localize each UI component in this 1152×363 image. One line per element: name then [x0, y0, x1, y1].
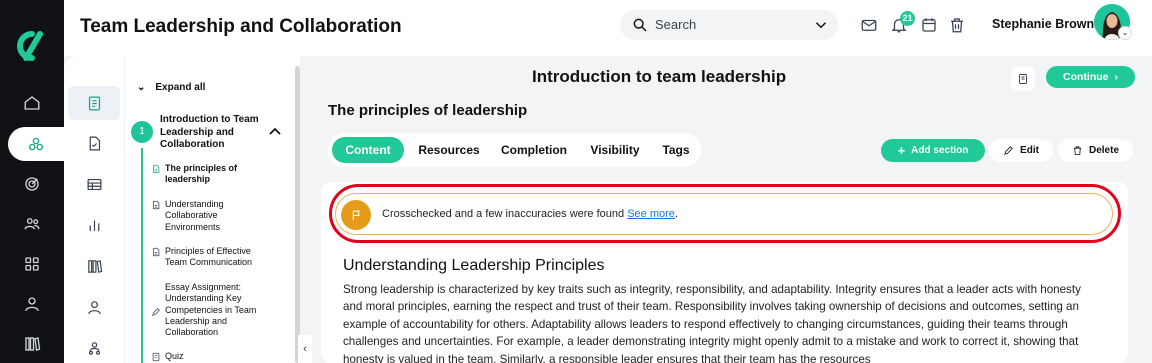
group-icon[interactable]	[68, 331, 120, 363]
grid-icon[interactable]	[0, 247, 64, 281]
section-subtitle: The principles of leadership	[328, 102, 528, 119]
team-icon[interactable]	[0, 207, 64, 241]
library-books-icon[interactable]	[68, 249, 120, 283]
delete-label: Delete	[1088, 145, 1119, 156]
flag-icon	[341, 200, 371, 230]
tab-tags[interactable]: Tags	[654, 137, 698, 163]
outline-item-label: Understanding Collaborative Environments	[165, 199, 224, 232]
add-section-button[interactable]: + Add section	[881, 139, 985, 162]
search-placeholder: Search	[655, 17, 697, 32]
expand-all-toggle[interactable]: ⌄ Expand all	[137, 82, 205, 93]
alert-period: .	[674, 208, 678, 220]
pencil-icon	[151, 307, 161, 317]
tab-completion[interactable]: Completion	[494, 137, 574, 163]
chevron-down-icon: ⌄	[137, 82, 146, 93]
search-icon	[633, 18, 647, 32]
user-name[interactable]: Stephanie Brown	[992, 17, 1094, 31]
content-body: Strong leadership is characterized by ke…	[343, 283, 1081, 363]
bar-chart-icon[interactable]	[68, 208, 120, 242]
see-more-link[interactable]: See more	[627, 208, 675, 220]
lesson-title: Introduction to team leadership	[532, 67, 787, 86]
user-icon[interactable]	[68, 290, 120, 324]
content-tabs: Content Resources Completion Visibility …	[328, 133, 701, 167]
outline-item-label: Essay Assignment: Understanding Key Comp…	[165, 282, 257, 338]
content-heading: Understanding Leadership Principles	[343, 257, 605, 274]
table-icon[interactable]	[68, 167, 120, 201]
trash-icon	[1073, 146, 1082, 156]
course-outline: ⌄ Expand all 1 Introduction to Team Leade…	[124, 56, 300, 363]
chevron-up-icon[interactable]	[269, 126, 281, 136]
calendar-icon[interactable]	[920, 16, 938, 34]
document-icon	[151, 247, 161, 257]
delete-button[interactable]: Delete	[1058, 139, 1133, 162]
alert-message: Crosschecked and a few inaccuracies were…	[382, 208, 678, 220]
library-icon[interactable]	[0, 327, 64, 361]
outline-item-label: Principles of Effective Team Communicati…	[165, 246, 253, 268]
account-menu-chevron-icon[interactable]: ⌄	[1118, 26, 1132, 40]
mail-icon[interactable]	[860, 16, 878, 34]
chevron-right-icon: ›	[1114, 71, 1119, 83]
chevron-down-icon[interactable]	[812, 16, 830, 34]
modules-icon[interactable]	[8, 127, 64, 161]
edit-label: Edit	[1020, 145, 1039, 156]
notes-icon[interactable]	[1011, 67, 1035, 91]
main-rail	[0, 0, 64, 363]
alert-text: Crosschecked and a few inaccuracies were…	[382, 208, 625, 220]
collapse-sidebar-chevron-icon[interactable]: ‹	[298, 335, 312, 363]
quiz-icon	[151, 352, 161, 362]
outline-item-label: Quiz	[165, 351, 184, 361]
plus-icon: +	[897, 143, 906, 158]
search-input[interactable]: Search	[620, 10, 838, 40]
module-number: 1	[131, 121, 153, 143]
document-icon	[151, 200, 161, 210]
outline-book-icon[interactable]	[68, 86, 120, 120]
home-icon[interactable]	[0, 86, 64, 120]
top-bar: Team Leadership and Collaboration Search…	[64, 0, 1152, 56]
brand-logo[interactable]	[10, 28, 50, 64]
tab-resources[interactable]: Resources	[412, 137, 486, 163]
outline-scrollbar[interactable]	[295, 66, 300, 363]
trash-icon[interactable]	[948, 16, 966, 34]
add-section-label: Add section	[911, 145, 969, 156]
tab-visibility[interactable]: Visibility	[582, 137, 648, 163]
outline-item-label: The principles of leadership	[165, 163, 238, 185]
pencil-icon	[1004, 146, 1013, 155]
edit-button[interactable]: Edit	[989, 139, 1053, 162]
crosscheck-alert: Crosschecked and a few inaccuracies were…	[335, 193, 1113, 235]
continue-button[interactable]: Continue ›	[1046, 66, 1135, 88]
notification-badge: 21	[900, 11, 915, 26]
module-title[interactable]: Introduction to Team Leadership and Coll…	[160, 114, 260, 152]
continue-label: Continue	[1063, 71, 1109, 83]
document-icon	[151, 164, 161, 174]
tab-content[interactable]: Content	[332, 137, 404, 163]
target-icon[interactable]	[0, 167, 64, 201]
expand-all-label: Expand all	[155, 82, 206, 93]
profile-icon[interactable]	[0, 287, 64, 321]
course-tools-column	[64, 56, 124, 363]
module-progress-line	[141, 148, 143, 363]
page-title: Team Leadership and Collaboration	[80, 16, 402, 37]
file-check-icon[interactable]	[68, 126, 120, 160]
